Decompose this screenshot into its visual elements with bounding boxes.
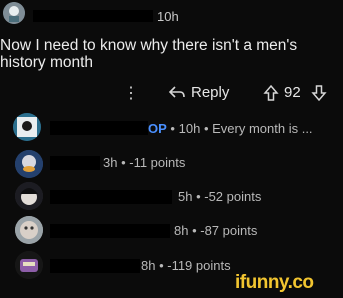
op-badge: OP xyxy=(148,121,167,136)
reply-time: 10h xyxy=(178,121,201,136)
reply-button[interactable]: Reply xyxy=(191,84,229,101)
avatar[interactable] xyxy=(15,150,43,178)
reply-icon[interactable] xyxy=(168,85,186,101)
more-options-icon[interactable]: ⋮ xyxy=(123,83,139,103)
avatar-icon xyxy=(3,2,25,24)
redacted-username xyxy=(50,121,148,135)
reply-snippet: Every month is ... xyxy=(212,121,313,136)
avatar-icon xyxy=(15,182,43,210)
reply-meta: 5h • -52 points xyxy=(178,189,262,204)
avatar[interactable] xyxy=(15,251,43,279)
reply-meta: 8h • -119 points xyxy=(141,258,231,273)
post-text-line: history month xyxy=(0,54,94,71)
redacted-username xyxy=(50,224,170,238)
redacted-username xyxy=(50,259,140,273)
reply-meta: OP • 10h • Every month is ... xyxy=(148,121,313,136)
post-body: Now I need to know why there isn't a men… xyxy=(0,37,343,71)
ifunny-watermark: ifunny.co xyxy=(235,272,314,293)
reply-meta: 3h • -11 points xyxy=(103,155,186,170)
post-time: 10h xyxy=(157,9,179,24)
separator: • xyxy=(170,121,175,136)
redacted-username xyxy=(33,10,153,22)
avatar-icon xyxy=(15,150,43,178)
vote-count: 92 xyxy=(284,84,301,101)
avatar-icon xyxy=(13,113,41,141)
reply-meta: 8h • -87 points xyxy=(174,223,258,238)
post-text-line: Now I need to know why there isn't a men… xyxy=(0,37,298,54)
downvote-icon[interactable] xyxy=(311,84,327,102)
avatar-icon xyxy=(15,251,43,279)
upvote-icon[interactable] xyxy=(263,84,279,102)
avatar[interactable] xyxy=(15,216,43,244)
separator: • xyxy=(203,121,209,136)
redacted-username xyxy=(50,190,172,204)
avatar[interactable] xyxy=(3,2,25,24)
redacted-username xyxy=(50,156,100,170)
avatar[interactable] xyxy=(13,113,41,141)
avatar-icon xyxy=(15,216,43,244)
avatar[interactable] xyxy=(15,182,43,210)
